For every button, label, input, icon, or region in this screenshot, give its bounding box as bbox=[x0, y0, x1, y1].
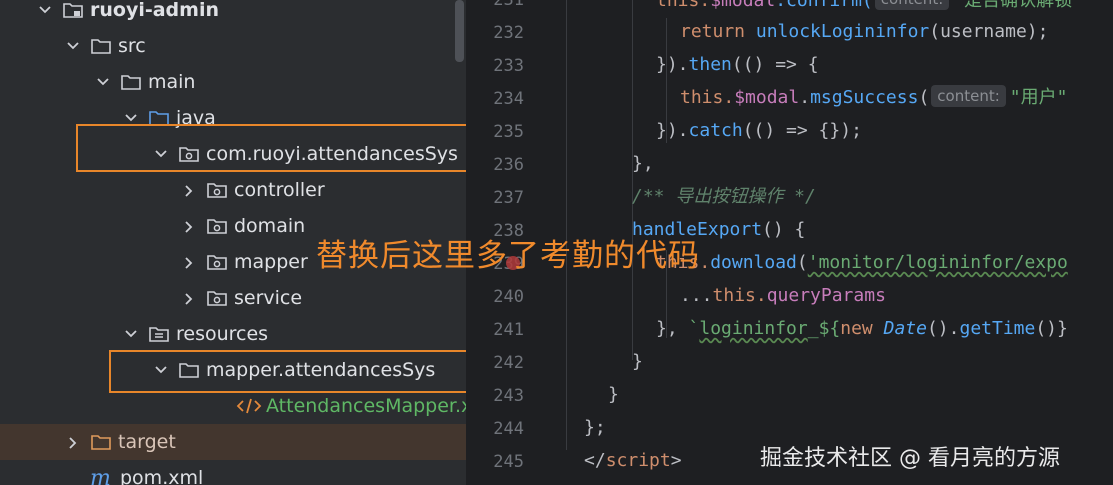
tree-item-label: pom.xml bbox=[120, 467, 204, 485]
code-line-237: /** 导出按钮操作 */ bbox=[632, 186, 816, 207]
chevron-right-icon[interactable] bbox=[178, 172, 200, 208]
tree-item-label: target bbox=[118, 431, 176, 453]
package-icon bbox=[206, 252, 228, 272]
code-line-243: } bbox=[608, 384, 619, 405]
chevron-right-icon[interactable] bbox=[62, 424, 84, 460]
chevron-right-icon[interactable] bbox=[178, 208, 200, 244]
tree-item[interactable]: resources bbox=[0, 316, 466, 352]
package-icon bbox=[206, 216, 228, 236]
tree-item[interactable]: service bbox=[0, 280, 466, 316]
tree-item[interactable]: controller bbox=[0, 172, 466, 208]
tree-item-label: AttendancesMapper.xml bbox=[266, 395, 466, 417]
tree-item-label: resources bbox=[176, 323, 269, 345]
highlight-box-java-package bbox=[76, 124, 483, 172]
indent-guide bbox=[566, 0, 567, 450]
chevron-down-icon[interactable] bbox=[34, 0, 56, 28]
folder-icon bbox=[90, 36, 112, 56]
chevron-right-icon[interactable] bbox=[178, 244, 200, 280]
tree-item-label: service bbox=[234, 287, 303, 309]
package-icon bbox=[206, 288, 228, 308]
chevron-down-icon[interactable] bbox=[92, 64, 114, 100]
code-line-242: } bbox=[632, 351, 643, 372]
xml-file-icon bbox=[236, 396, 262, 416]
tree-item[interactable]: AttendancesMapper.xml bbox=[0, 388, 466, 424]
package-icon bbox=[206, 180, 228, 200]
tree-item[interactable]: main bbox=[0, 64, 466, 100]
tree-item-label: controller bbox=[234, 179, 325, 201]
tree-item[interactable]: target bbox=[0, 424, 466, 460]
code-line-233: }).then(() => { bbox=[656, 54, 819, 75]
tree-item-label: domain bbox=[234, 215, 306, 237]
code-line-232: return unlockLogininfor(username); bbox=[680, 21, 1049, 42]
highlight-box-mapper-folder bbox=[109, 350, 475, 393]
param-hint: content: bbox=[874, 0, 950, 10]
param-hint: content: bbox=[931, 85, 1006, 107]
tree-item[interactable]: ruoyi-admin bbox=[0, 0, 466, 28]
tree-item[interactable]: m pom.xml bbox=[0, 460, 466, 485]
tree-scrollbar[interactable] bbox=[455, 0, 464, 62]
module-folder-icon bbox=[62, 0, 84, 20]
chevron-down-icon[interactable] bbox=[120, 316, 142, 352]
tree-item-label: ruoyi-admin bbox=[90, 0, 219, 21]
code-line-236: }, bbox=[632, 153, 654, 174]
tree-item-label: main bbox=[148, 71, 196, 93]
tree-item-label: mapper bbox=[234, 251, 308, 273]
tree-item-label: src bbox=[118, 35, 146, 57]
code-line-245: </script> bbox=[584, 450, 682, 471]
svg-text:m: m bbox=[90, 468, 111, 485]
excluded-folder-icon bbox=[90, 432, 112, 452]
chevron-right-icon[interactable] bbox=[178, 280, 200, 316]
maven-icon: m bbox=[90, 466, 112, 485]
resources-folder-icon bbox=[148, 324, 170, 344]
tree-item[interactable]: src bbox=[0, 28, 466, 64]
code-line-234: this.$modal.msgSuccess(content: "用户" bbox=[680, 85, 1068, 108]
code-line-240: ...this.queryParams bbox=[680, 285, 886, 306]
annotation-caption: 替换后这里多了考勤的代码 bbox=[316, 238, 700, 274]
watermark: 掘金技术社区 @ 看月亮的方源 bbox=[760, 446, 1060, 471]
code-line-244: }; bbox=[584, 417, 606, 438]
chevron-down-icon[interactable] bbox=[62, 28, 84, 64]
code-line-235: }).catch(() => {}); bbox=[656, 120, 862, 141]
folder-icon bbox=[120, 72, 142, 92]
code-line-241: }, `logininfor_${new Date().getTime()} bbox=[656, 318, 1068, 339]
code-line-239: this.download('monitor/logininfor/expo bbox=[656, 252, 1068, 273]
